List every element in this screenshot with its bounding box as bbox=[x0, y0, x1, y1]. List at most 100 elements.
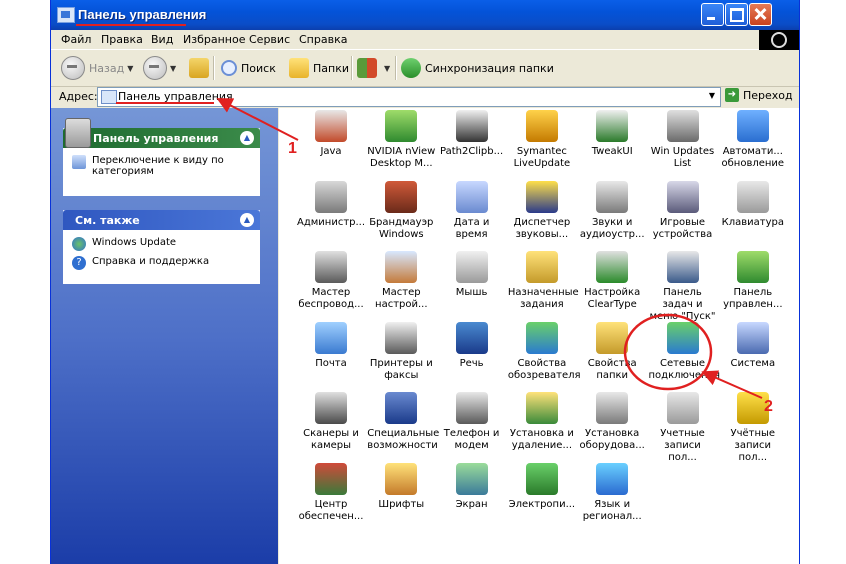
cp-item-11[interactable]: Диспетчер звуковы... bbox=[508, 180, 576, 241]
cp-item-icon bbox=[596, 110, 629, 142]
cp-item-26[interactable]: Свойства папки bbox=[578, 321, 646, 382]
cp-item-30[interactable]: Специальные возможности bbox=[367, 392, 439, 452]
cp-item-39[interactable]: Электропи... bbox=[508, 462, 576, 511]
cp-item-icon bbox=[666, 110, 699, 142]
cp-item-8[interactable]: Администр... bbox=[297, 180, 365, 229]
category-view-icon bbox=[72, 155, 86, 169]
chevron-down-icon[interactable]: ▼ bbox=[705, 89, 719, 103]
folders-icon bbox=[289, 58, 309, 78]
cp-item-31[interactable]: Телефон и модем bbox=[438, 392, 506, 452]
sync-folder-button[interactable]: Синхронизация папки bbox=[401, 58, 554, 78]
menu-edit[interactable]: Правка bbox=[101, 33, 143, 46]
panel-title: Панель управления bbox=[93, 132, 219, 145]
help-support-link[interactable]: ? Справка и поддержка bbox=[72, 256, 251, 270]
cp-item-24[interactable]: Речь bbox=[438, 321, 506, 370]
chevron-down-icon[interactable]: ▼ bbox=[384, 64, 390, 73]
see-also-task-box: См. также ▲ Windows Update ? Справка и п… bbox=[63, 210, 260, 284]
cp-item-40[interactable]: Язык и регионал... bbox=[578, 462, 646, 523]
views-icon bbox=[357, 58, 377, 78]
cp-item-icon bbox=[315, 462, 347, 495]
menu-view[interactable]: Вид bbox=[151, 33, 173, 46]
cp-item-6[interactable]: Win Updates List bbox=[649, 110, 717, 170]
cp-item-12[interactable]: Звуки и аудиоустр... bbox=[578, 180, 646, 241]
cp-item-icon bbox=[455, 251, 488, 283]
menu-favorites[interactable]: Избранное bbox=[183, 33, 245, 46]
maximize-button[interactable] bbox=[725, 3, 748, 26]
cp-item-36[interactable]: Центр обеспечен... bbox=[297, 462, 365, 523]
forward-button[interactable]: ▼ bbox=[143, 56, 176, 80]
cp-item-label: Настройка ClearType bbox=[584, 287, 641, 310]
chevron-down-icon[interactable]: ▼ bbox=[170, 64, 176, 73]
cp-item-icon bbox=[736, 180, 769, 213]
cp-item-icon bbox=[385, 251, 418, 283]
views-button[interactable]: ▼ bbox=[357, 58, 390, 78]
cp-item-17[interactable]: Мышь bbox=[438, 251, 506, 299]
cp-item-label: Диспетчер звуковы... bbox=[513, 216, 571, 240]
cp-item-34[interactable]: Учетные записи пол... bbox=[649, 392, 717, 464]
address-input[interactable]: Панель управления ▼ bbox=[97, 87, 721, 107]
cp-item-label: Панель управлен... bbox=[723, 287, 783, 310]
cp-item-37[interactable]: Шрифты bbox=[367, 462, 435, 511]
cp-item-28[interactable]: Система bbox=[719, 321, 787, 370]
switch-to-category-view-link[interactable]: Переключение к виду по категориям bbox=[72, 155, 251, 177]
cp-item-label: Электропи... bbox=[508, 498, 576, 510]
cp-item-21[interactable]: Панель управлен... bbox=[719, 251, 787, 311]
collapse-icon[interactable]: ▲ bbox=[240, 131, 254, 145]
cp-item-14[interactable]: Клавиатура bbox=[719, 180, 787, 229]
cp-item-9[interactable]: Брандмауэр Windows bbox=[367, 180, 435, 241]
cp-item-label: Свойства обозревателя bbox=[507, 357, 581, 381]
menu-bar: Файл Правка Вид Избранное Сервис Справка bbox=[51, 30, 799, 50]
cp-item-label: Принтеры и факсы bbox=[369, 357, 433, 381]
folders-button[interactable]: Папки bbox=[289, 58, 349, 78]
cp-item-7[interactable]: Автомати... обновление bbox=[719, 110, 787, 170]
cp-item-1[interactable]: Java bbox=[297, 110, 365, 158]
cp-item-3[interactable]: Path2Clipb... bbox=[438, 110, 506, 158]
cp-item-32[interactable]: Установка и удаление... bbox=[508, 392, 576, 452]
panel-header[interactable]: См. также ▲ bbox=[63, 210, 260, 230]
cp-item-4[interactable]: Symantec LiveUpdate bbox=[508, 110, 576, 170]
cp-item-23[interactable]: Принтеры и факсы bbox=[367, 321, 435, 382]
menu-tools[interactable]: Сервис bbox=[249, 33, 290, 46]
toolbar-separator bbox=[213, 56, 215, 80]
go-button[interactable]: ➜ Переход bbox=[725, 88, 793, 102]
windows-update-link[interactable]: Windows Update bbox=[72, 237, 251, 251]
cp-item-33[interactable]: Установка оборудова... bbox=[578, 392, 646, 452]
forward-arrow-icon bbox=[143, 56, 167, 80]
title-bar[interactable]: Панель управления bbox=[51, 0, 799, 30]
cp-item-15[interactable]: Мастер беспровод... bbox=[297, 251, 365, 311]
cp-item-icon bbox=[315, 180, 347, 213]
cp-item-25[interactable]: Свойства обозревателя bbox=[507, 321, 581, 382]
cp-item-label: Центр обеспечен... bbox=[298, 498, 364, 522]
cp-item-38[interactable]: Экран bbox=[438, 462, 506, 511]
cp-item-icon bbox=[385, 180, 418, 213]
cp-item-18[interactable]: Назначенные задания bbox=[508, 251, 579, 311]
panel-header[interactable]: Панель управления ▲ bbox=[63, 118, 260, 148]
menu-help[interactable]: Справка bbox=[299, 33, 347, 46]
cp-item-icon bbox=[596, 392, 629, 424]
cp-item-10[interactable]: Дата и время bbox=[438, 180, 506, 241]
cp-item-20[interactable]: Панель задач и меню "Пуск" bbox=[649, 251, 717, 323]
explorer-window: Панель управления Файл Правка Вид Избран… bbox=[50, 0, 800, 564]
cp-item-icon bbox=[315, 321, 347, 354]
cp-item-label: Сетевые подключения bbox=[648, 357, 721, 381]
collapse-icon[interactable]: ▲ bbox=[240, 213, 254, 227]
close-button[interactable] bbox=[749, 3, 772, 26]
search-button[interactable]: Поиск bbox=[221, 58, 276, 78]
back-button[interactable]: Назад ▼ bbox=[61, 56, 133, 80]
window-title: Панель управления bbox=[78, 7, 207, 22]
cp-item-19[interactable]: Настройка ClearType bbox=[578, 251, 646, 311]
cp-item-22[interactable]: Почта bbox=[297, 321, 365, 370]
chevron-down-icon[interactable]: ▼ bbox=[127, 64, 133, 73]
cp-item-27[interactable]: Сетевые подключения bbox=[648, 321, 721, 382]
cp-item-13[interactable]: Игровые устройства bbox=[649, 180, 717, 241]
cp-item-29[interactable]: Сканеры и камеры bbox=[297, 392, 365, 452]
menu-file[interactable]: Файл bbox=[61, 33, 91, 46]
up-button[interactable] bbox=[189, 58, 213, 78]
cp-item-35[interactable]: Учётные записи пол... bbox=[719, 392, 787, 464]
cp-item-16[interactable]: Мастер настрой... bbox=[367, 251, 435, 311]
cp-item-5[interactable]: TweakUI bbox=[578, 110, 646, 158]
cp-item-label: Клавиатура bbox=[721, 216, 784, 228]
cp-item-2[interactable]: NVIDIA nView Desktop M... bbox=[367, 110, 435, 170]
minimize-button[interactable] bbox=[701, 3, 724, 26]
cp-item-label: Установка и удаление... bbox=[509, 428, 574, 451]
